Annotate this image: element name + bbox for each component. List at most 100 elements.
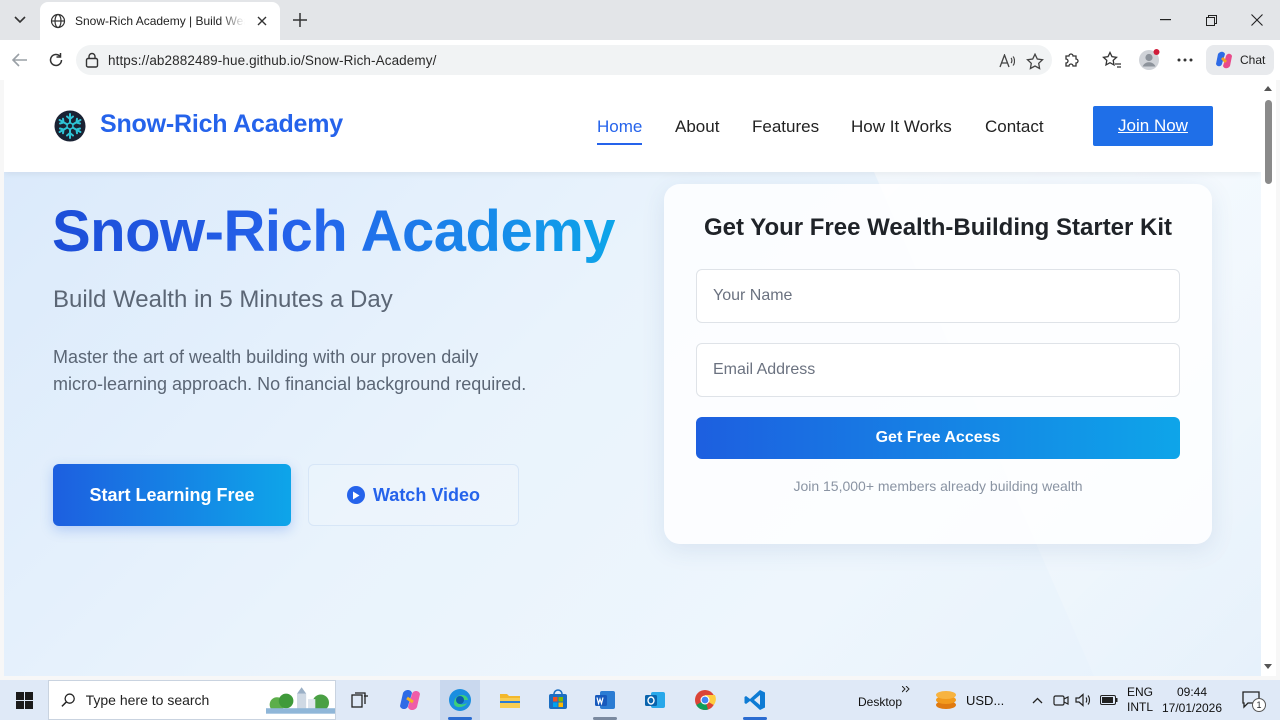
page-scrollbar[interactable] (1261, 80, 1276, 676)
signup-title: Get Your Free Wealth-Building Starter Ki… (703, 214, 1173, 241)
nav-about[interactable]: About (675, 117, 719, 137)
taskbar-vscode[interactable] (735, 680, 775, 720)
taskbar-edge[interactable] (440, 680, 480, 720)
task-view-icon (351, 692, 368, 708)
scroll-down-arrow-icon[interactable] (1264, 664, 1272, 669)
address-bar[interactable]: https://ab2882489-hue.github.io/Snow-Ric… (76, 45, 1052, 75)
clock-time: 09:44 (1176, 685, 1208, 699)
taskbar-chrome[interactable] (685, 680, 725, 720)
name-input[interactable] (696, 269, 1180, 323)
start-button[interactable] (0, 680, 48, 720)
language-code: ENG (1126, 685, 1153, 699)
start-learning-button[interactable]: Start Learning Free (53, 464, 291, 526)
taskbar-store[interactable] (538, 680, 578, 720)
close-icon (257, 16, 267, 26)
puzzle-icon (1065, 53, 1079, 67)
taskbar-search[interactable] (48, 680, 336, 720)
windows-logo-icon (15, 691, 33, 709)
url-text: https://ab2882489-hue.github.io/Snow-Ric… (108, 52, 437, 68)
taskbar-word[interactable] (585, 680, 625, 720)
taskbar-search-input[interactable] (85, 692, 256, 708)
browser-tab-active[interactable]: Snow-Rich Academy | Build Wealth in 5 Mi… (40, 2, 280, 40)
nav-features[interactable]: Features (752, 117, 819, 137)
close-window-button[interactable] (1234, 0, 1280, 40)
favorite-button[interactable] (1026, 52, 1044, 70)
plus-icon (293, 13, 307, 27)
taskbar-outlook[interactable] (635, 680, 675, 720)
show-hidden-icons-button[interactable] (1027, 680, 1047, 720)
site-header: Snow-Rich Academy Home About Features Ho… (4, 80, 1261, 172)
close-icon (1251, 14, 1263, 26)
tab-title: Snow-Rich Academy | Build Wealth in 5 Mi… (75, 14, 245, 28)
battery-icon (1100, 695, 1118, 705)
avatar (1139, 49, 1160, 70)
settings-more-button[interactable] (1174, 49, 1196, 71)
close-tab-button[interactable] (254, 13, 270, 29)
restore-button[interactable] (1188, 0, 1234, 40)
new-tab-button[interactable] (286, 6, 314, 34)
extensions-button[interactable] (1061, 49, 1083, 71)
meet-now-button[interactable] (1051, 680, 1071, 720)
folder-icon (500, 694, 520, 708)
site-info-icon[interactable] (85, 52, 99, 68)
battery-button[interactable] (1098, 680, 1120, 720)
hero-title: Snow-Rich Academy (52, 199, 616, 264)
browser-tab-strip: Snow-Rich Academy | Build Wealth in 5 Mi… (0, 0, 1280, 40)
double-chevron-icon (902, 686, 910, 693)
nav-home[interactable]: Home (597, 117, 643, 145)
tab-list-button[interactable] (4, 4, 36, 36)
hero-section: Snow-Rich Academy Build Wealth in 5 Minu… (4, 172, 1261, 676)
read-aloud-button[interactable] (998, 52, 1016, 70)
back-button[interactable] (8, 48, 32, 72)
copilot-icon (400, 690, 420, 710)
watch-video-button[interactable]: Watch Video (308, 464, 519, 526)
globe-icon (50, 13, 66, 29)
currency-widget[interactable]: USD... (934, 680, 1012, 720)
taskbar-file-explorer[interactable] (490, 680, 530, 720)
watch-video-label: Watch Video (372, 484, 480, 505)
read-aloud-icon (999, 54, 1015, 68)
minimize-button[interactable] (1142, 0, 1188, 40)
clock[interactable]: 09:44 17/01/2026 (1160, 680, 1224, 720)
desktop-toolbar[interactable]: Desktop (850, 680, 910, 720)
volume-button[interactable] (1073, 680, 1093, 720)
restore-icon (1205, 14, 1217, 26)
task-view-button[interactable] (340, 680, 380, 720)
snowflake-logo-icon[interactable] (54, 110, 86, 142)
scroll-up-arrow-icon[interactable] (1264, 86, 1272, 91)
chat-label: Chat (1240, 53, 1266, 67)
copilot-chat-button[interactable]: Chat (1206, 45, 1274, 75)
chrome-icon (695, 690, 716, 710)
edge-icon (449, 689, 471, 711)
favorites-button[interactable] (1101, 49, 1123, 71)
taskbar-copilot[interactable] (390, 680, 430, 720)
get-free-access-button[interactable]: Get Free Access (696, 417, 1180, 459)
members-note: Join 15,000+ members already building we… (793, 478, 1083, 494)
nav-contact[interactable]: Contact (985, 117, 1044, 137)
hero-description: Master the art of wealth building with o… (53, 347, 527, 394)
star-add-icon (1026, 52, 1044, 70)
favorites-list-icon (1102, 51, 1121, 68)
hero-subtitle: Build Wealth in 5 Minutes a Day (53, 286, 393, 313)
site-brand[interactable]: Snow-Rich Academy (100, 110, 343, 139)
reload-button[interactable] (44, 48, 68, 72)
minimize-icon (1159, 19, 1171, 21)
keyboard-layout: INTL (1126, 700, 1153, 714)
copilot-icon (1216, 51, 1232, 69)
scrollbar-thumb[interactable] (1265, 100, 1272, 184)
back-arrow-icon (12, 53, 27, 67)
profile-button[interactable] (1138, 49, 1160, 71)
browser-toolbar: https://ab2882489-hue.github.io/Snow-Ric… (0, 40, 1280, 80)
clock-date: 17/01/2026 (1161, 701, 1223, 715)
join-now-button[interactable]: Join Now (1093, 106, 1213, 146)
chevron-down-icon (14, 16, 26, 24)
input-language-button[interactable]: ENG INTL (1122, 680, 1158, 720)
email-input[interactable] (696, 343, 1180, 397)
notification-center-button[interactable]: 1 (1236, 680, 1268, 720)
desktop-label: Desktop (857, 695, 903, 709)
nav-how-it-works[interactable]: How It Works (851, 117, 952, 137)
search-icon (61, 693, 75, 707)
signup-card: Get Your Free Wealth-Building Starter Ki… (664, 184, 1212, 544)
more-dots-icon (1177, 58, 1193, 62)
store-icon (549, 689, 567, 709)
